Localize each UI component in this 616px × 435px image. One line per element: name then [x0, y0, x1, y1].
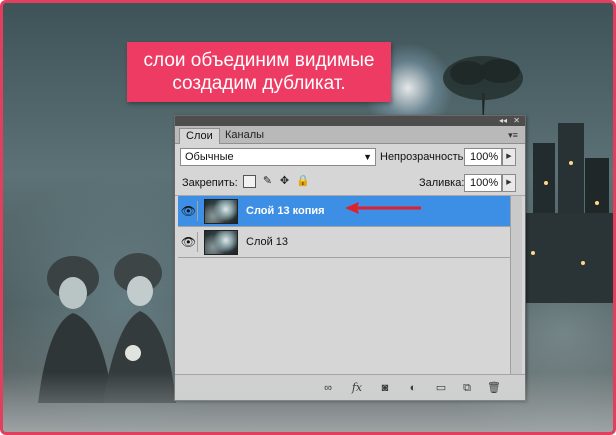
new-layer-icon[interactable]: ⧉	[460, 381, 474, 395]
panel-tabs: Слои Каналы ▾≡	[175, 126, 525, 144]
mask-icon[interactable]: ◙	[378, 381, 392, 395]
opacity-label: Непрозрачность:	[380, 151, 467, 163]
chevron-down-icon: ▼	[363, 152, 372, 162]
panel-bottom-toolbar: ∞ fx ◙ ◐ ▭ ⧉ 🗑	[175, 374, 525, 400]
close-icon[interactable]: ✕	[513, 116, 520, 126]
layer-thumbnail	[204, 230, 238, 255]
layer-thumbnail	[204, 199, 238, 224]
opacity-field[interactable]: 100%	[464, 148, 502, 166]
trash-icon[interactable]: 🗑	[487, 381, 501, 395]
figures-silhouette	[38, 253, 176, 403]
fill-field[interactable]: 100%	[464, 174, 502, 192]
panel-titlebar: ◂◂ ✕	[175, 116, 525, 126]
lock-all-icon[interactable]: 🔒	[296, 175, 310, 188]
layers-panel: ◂◂ ✕ Слои Каналы ▾≡ Обычные ▼ Непрозрачн…	[174, 115, 526, 401]
caption-line-1: слои объединим видимые	[143, 50, 375, 71]
eye-icon[interactable]: 👁	[180, 232, 198, 252]
lock-move-icon[interactable]: ✥	[278, 175, 291, 188]
link-icon[interactable]: ∞	[321, 381, 335, 395]
panel-menu-icon[interactable]: ▾≡	[507, 130, 519, 140]
caption-line-2: создадим дубликат.	[172, 73, 346, 94]
lock-label: Закрепить:	[182, 177, 238, 189]
lock-row: Закрепить: ✎ ✥ 🔒 Заливка: 100% ▶	[175, 172, 525, 194]
lock-brush-icon[interactable]: ✎	[261, 175, 274, 188]
adjustment-icon[interactable]: ◐	[406, 381, 420, 395]
instruction-caption: слои объединим видимые создадим дубликат…	[127, 42, 391, 102]
collapse-icon[interactable]: ◂◂	[499, 116, 507, 126]
pointer-arrow-icon	[345, 202, 421, 214]
layers-list: 👁 Слой 13 копия 👁 Слой 13	[178, 196, 511, 374]
tab-layers[interactable]: Слои	[179, 128, 220, 144]
scrollbar[interactable]	[510, 196, 522, 374]
lock-transparency-icon[interactable]	[243, 175, 256, 188]
layer-name: Слой 13	[246, 236, 289, 248]
blend-row: Обычные ▼ Непрозрачность: 100% ▶	[175, 146, 525, 168]
fx-icon[interactable]: fx	[350, 381, 364, 395]
layer-row[interactable]: 👁 Слой 13	[178, 227, 511, 258]
opacity-arrow-icon[interactable]: ▶	[502, 148, 516, 166]
background-artwork: слои объединим видимые создадим дубликат…	[0, 0, 616, 435]
castle-silhouette	[513, 123, 613, 303]
tab-channels[interactable]: Каналы	[219, 128, 270, 144]
folder-icon[interactable]: ▭	[434, 381, 448, 395]
blend-mode-select[interactable]: Обычные ▼	[180, 148, 376, 166]
eye-icon[interactable]: 👁	[180, 201, 198, 221]
fill-label: Заливка:	[419, 177, 465, 189]
layer-name: Слой 13 копия	[246, 205, 325, 217]
blend-mode-value: Обычные	[185, 151, 234, 163]
fill-arrow-icon[interactable]: ▶	[502, 174, 516, 192]
